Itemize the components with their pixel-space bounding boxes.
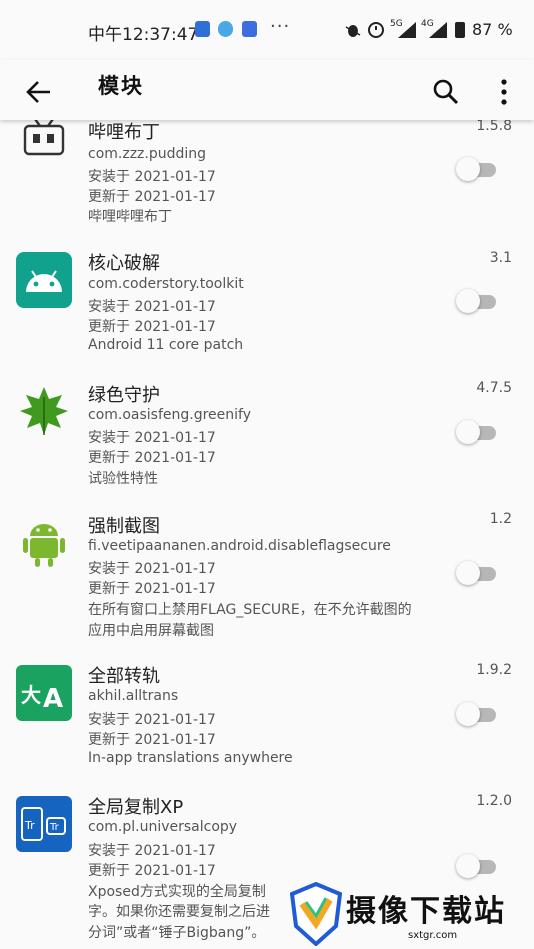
module-description-cont: 应用中启用屏幕截图: [88, 623, 214, 639]
module-description: Android 11 core patch: [88, 337, 244, 353]
module-installed: 安装于 2021-01-17: [88, 561, 216, 577]
svg-text:Tr: Tr: [49, 822, 60, 833]
bug-icon: [345, 25, 361, 37]
more-notifications-icon: ···: [270, 16, 291, 37]
module-version: 3.1: [489, 250, 512, 266]
green-leaf-icon: [20, 387, 68, 435]
module-version: 1.5.8: [476, 120, 512, 134]
module-installed: 安装于 2021-01-17: [88, 843, 216, 859]
module-enable-toggle[interactable]: [456, 157, 496, 181]
module-updated: 更新于 2021-01-17: [88, 581, 216, 597]
module-package: com.pl.universalcopy: [88, 819, 238, 835]
app-bar: 模块: [0, 60, 534, 120]
module-description-cont-2: 分词”或者“锤子Bigbang”。: [88, 925, 266, 941]
module-description: 哔哩哔哩布丁: [88, 209, 172, 225]
module-version: 4.7.5: [476, 380, 512, 396]
translate-icon: 大 A: [16, 665, 72, 721]
universal-copy-icon: Tr Tr: [16, 796, 72, 852]
module-name: 核心破解: [88, 253, 160, 274]
battery-icon: [455, 22, 465, 38]
android-robot-icon: [23, 524, 65, 567]
alarm-icon: [368, 22, 384, 38]
list-item-bili-pudding[interactable]: 哔哩布丁 com.zzz.pudding 安装于 2021-01-17 更新于 …: [0, 120, 534, 231]
module-description: In-app translations anywhere: [88, 750, 293, 766]
status-bar: 中午12:37:47 ··· 5G 4G 87 %: [0, 0, 534, 60]
watermark-url: sxtgr.com: [408, 930, 458, 941]
module-description-cont: 字。如果你还需要复制之后进: [88, 904, 270, 920]
module-description: Xposed方式实现的全局复制: [88, 884, 266, 900]
watermark: 摄像下载站 sxtgr.com: [290, 878, 534, 949]
bilibili-tv-icon: [23, 120, 65, 156]
module-description: 在所有窗口上禁用FLAG_SECURE，在不允许截图的: [88, 602, 412, 618]
module-package: com.zzz.pudding: [88, 146, 207, 162]
svg-text:A: A: [43, 684, 63, 714]
module-enable-toggle[interactable]: [456, 561, 496, 585]
notification-shield-icon: [242, 21, 257, 37]
list-item-alltrans[interactable]: 大 A 全部转轨 akhil.alltrans 安装于 2021-01-17 更…: [0, 653, 534, 784]
watermark-logo-icon: [290, 882, 342, 946]
watermark-text: 摄像下载站: [346, 894, 506, 929]
signal-5g-icon: [398, 22, 416, 38]
module-enable-toggle[interactable]: [456, 420, 496, 444]
module-package: fi.veetipaananen.android.disableflagsecu…: [88, 538, 391, 554]
list-item-greenify[interactable]: 绿色守护 com.oasisfeng.greenify 安装于 2021-01-…: [0, 371, 534, 502]
android-head-icon: [16, 252, 72, 308]
notification-qq-icon: [218, 21, 233, 37]
module-name: 哔哩布丁: [88, 122, 160, 143]
page-title: 模块: [98, 74, 144, 98]
module-name: 全局复制XP: [88, 797, 184, 818]
status-time: 中午12:37:47: [88, 25, 199, 45]
module-updated: 更新于 2021-01-17: [88, 732, 216, 748]
arrow-back-icon[interactable]: [24, 70, 56, 110]
signal-4g-icon: [429, 22, 447, 38]
notification-app-icon: [195, 21, 210, 37]
module-version: 1.2: [489, 511, 512, 527]
module-package: com.coderstory.toolkit: [88, 276, 244, 292]
module-version: 1.9.2: [476, 662, 512, 678]
list-item-disable-flag-secure[interactable]: 强制截图 fi.veetipaananen.android.disablefla…: [0, 502, 534, 653]
list-item-core-patch[interactable]: 核心破解 com.coderstory.toolkit 安装于 2021-01-…: [0, 240, 534, 371]
module-version: 1.2.0: [476, 793, 512, 809]
svg-text:大: 大: [21, 683, 41, 707]
module-installed: 安装于 2021-01-17: [88, 430, 216, 446]
module-updated: 更新于 2021-01-17: [88, 450, 216, 466]
battery-percent: 87 %: [472, 20, 513, 39]
more-vert-icon[interactable]: [490, 70, 518, 110]
module-installed: 安装于 2021-01-17: [88, 712, 216, 728]
module-updated: 更新于 2021-01-17: [88, 863, 216, 879]
module-enable-toggle[interactable]: [456, 854, 496, 878]
module-enable-toggle[interactable]: [456, 289, 496, 313]
module-list: 哔哩布丁 com.zzz.pudding 安装于 2021-01-17 更新于 …: [0, 120, 534, 949]
module-updated: 更新于 2021-01-17: [88, 319, 216, 335]
module-package: akhil.alltrans: [88, 688, 179, 704]
module-enable-toggle[interactable]: [456, 702, 496, 726]
module-installed: 安装于 2021-01-17: [88, 299, 216, 315]
module-name: 强制截图: [88, 516, 160, 537]
module-package: com.oasisfeng.greenify: [88, 407, 252, 423]
module-name: 绿色守护: [88, 385, 160, 406]
module-description: 试验性特性: [88, 471, 158, 487]
module-name: 全部转轨: [88, 666, 160, 687]
search-icon[interactable]: [430, 70, 462, 110]
module-updated: 更新于 2021-01-17: [88, 189, 216, 205]
svg-text:Tr: Tr: [24, 819, 35, 832]
module-installed: 安装于 2021-01-17: [88, 169, 216, 185]
